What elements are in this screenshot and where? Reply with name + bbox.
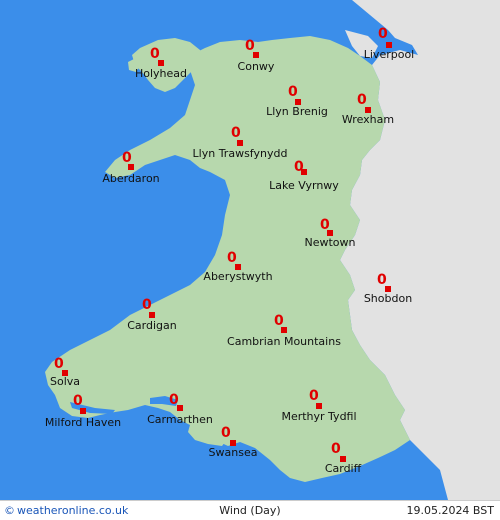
- city-label-carmarthen[interactable]: Carmarthen: [147, 413, 213, 426]
- city-label-newtown[interactable]: Newtown: [304, 236, 355, 249]
- city-label-cardigan[interactable]: Cardigan: [127, 319, 177, 332]
- map-date: 19.05.2024 BST: [406, 504, 494, 517]
- wind-value-merthyr-tydfil: 0: [309, 388, 319, 404]
- wind-value-holyhead: 0: [150, 46, 160, 62]
- wind-value-milford-haven: 0: [73, 393, 83, 409]
- wind-value-llyn-brenig: 0: [288, 84, 298, 100]
- wind-value-cardigan: 0: [142, 297, 152, 313]
- wind-value-liverpool: 0: [378, 26, 388, 42]
- city-label-lake-vyrnwy[interactable]: Lake Vyrnwy: [269, 179, 339, 192]
- wind-value-aberdaron: 0: [122, 150, 132, 166]
- wind-value-shobdon: 0: [377, 272, 387, 288]
- wind-value-cambrian-mountains: 0: [274, 313, 284, 329]
- wind-value-carmarthen: 0: [169, 392, 179, 408]
- wind-value-llyn-trawsfynydd: 0: [231, 125, 241, 141]
- city-label-liverpool[interactable]: Liverpool: [364, 48, 414, 61]
- wind-value-swansea: 0: [221, 425, 231, 441]
- city-label-cambrian-mountains[interactable]: Cambrian Mountains: [227, 335, 341, 348]
- city-label-aberdaron[interactable]: Aberdaron: [102, 172, 159, 185]
- city-label-merthyr-tydfil[interactable]: Merthyr Tydfil: [281, 410, 356, 423]
- city-label-cardiff[interactable]: Cardiff: [325, 462, 362, 475]
- wind-value-solva: 0: [54, 356, 64, 372]
- city-label-solva[interactable]: Solva: [50, 375, 80, 388]
- city-label-wrexham[interactable]: Wrexham: [342, 113, 394, 126]
- city-label-llyn-trawsfynydd[interactable]: Llyn Trawsfynydd: [193, 147, 288, 160]
- wind-value-cardiff: 0: [331, 441, 341, 457]
- city-label-conwy[interactable]: Conwy: [238, 60, 275, 73]
- city-label-llyn-brenig[interactable]: Llyn Brenig: [266, 105, 328, 118]
- city-label-shobdon[interactable]: Shobdon: [364, 292, 412, 305]
- wind-value-conwy: 0: [245, 38, 255, 54]
- footer-bar: © weatheronline.co.uk Wind (Day) 19.05.20…: [0, 500, 500, 520]
- city-label-milford-haven[interactable]: Milford Haven: [45, 416, 121, 429]
- wind-value-aberystwyth: 0: [227, 250, 237, 266]
- city-label-swansea[interactable]: Swansea: [209, 446, 258, 459]
- city-label-aberystwyth[interactable]: Aberystwyth: [203, 270, 272, 283]
- city-label-holyhead[interactable]: Holyhead: [135, 67, 187, 80]
- wind-value-wrexham: 0: [357, 92, 367, 108]
- wind-value-lake-vyrnwy: 0: [294, 159, 304, 175]
- wales-wind-map: 0 Holyhead 0 Conwy 0 Liverpool 0 Llyn Brenig 0 Wr…: [0, 0, 500, 500]
- wind-value-newtown: 0: [320, 217, 330, 233]
